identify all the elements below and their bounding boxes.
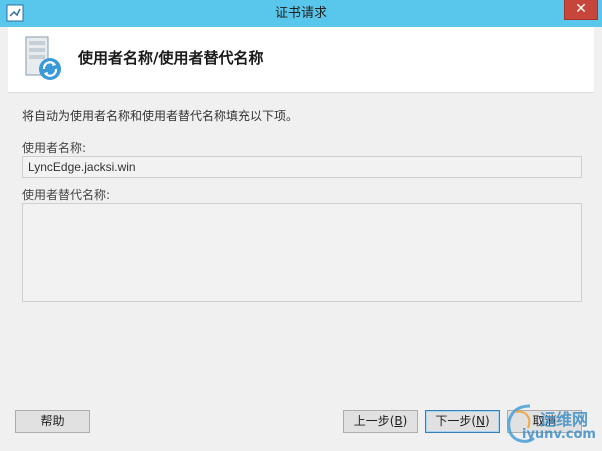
subject-alt-name-label: 使用者替代名称:: [22, 188, 111, 202]
subject-name-field[interactable]: LyncEdge.jacksi.win: [22, 156, 582, 178]
subject-alt-name-list[interactable]: [22, 203, 582, 302]
subject-name-label: 使用者名称:: [22, 141, 87, 155]
close-button[interactable]: ✕: [564, 0, 598, 20]
back-button-label: 上一步: [353, 414, 390, 428]
next-button[interactable]: 下一步(N): [425, 410, 500, 433]
back-button[interactable]: 上一步(B): [343, 410, 418, 433]
next-button-accesskey: N: [476, 414, 485, 428]
back-button-accesskey: B: [394, 414, 403, 428]
cancel-button-label: 取消: [532, 414, 557, 428]
next-button-label: 下一步: [435, 414, 472, 428]
instruction-text: 将自动为使用者名称和使用者替代名称填充以下项。: [22, 109, 299, 123]
wizard-header: 使用者名称/使用者替代名称: [8, 27, 594, 93]
cancel-button[interactable]: 取消: [507, 410, 582, 433]
window-title: 证书请求: [274, 6, 327, 21]
help-button-label: 帮助: [40, 414, 65, 428]
certificate-server-icon: [25, 36, 61, 80]
certificate-request-dialog: 证书请求 ✕ 使用者名称/使用者替代名称 将自动为使用者名称和使用者替代名称填充…: [0, 0, 602, 451]
page-title: 使用者名称/使用者替代名称: [78, 49, 264, 67]
help-button[interactable]: 帮助: [15, 410, 90, 433]
title-bar[interactable]: 证书请求 ✕: [0, 0, 602, 27]
